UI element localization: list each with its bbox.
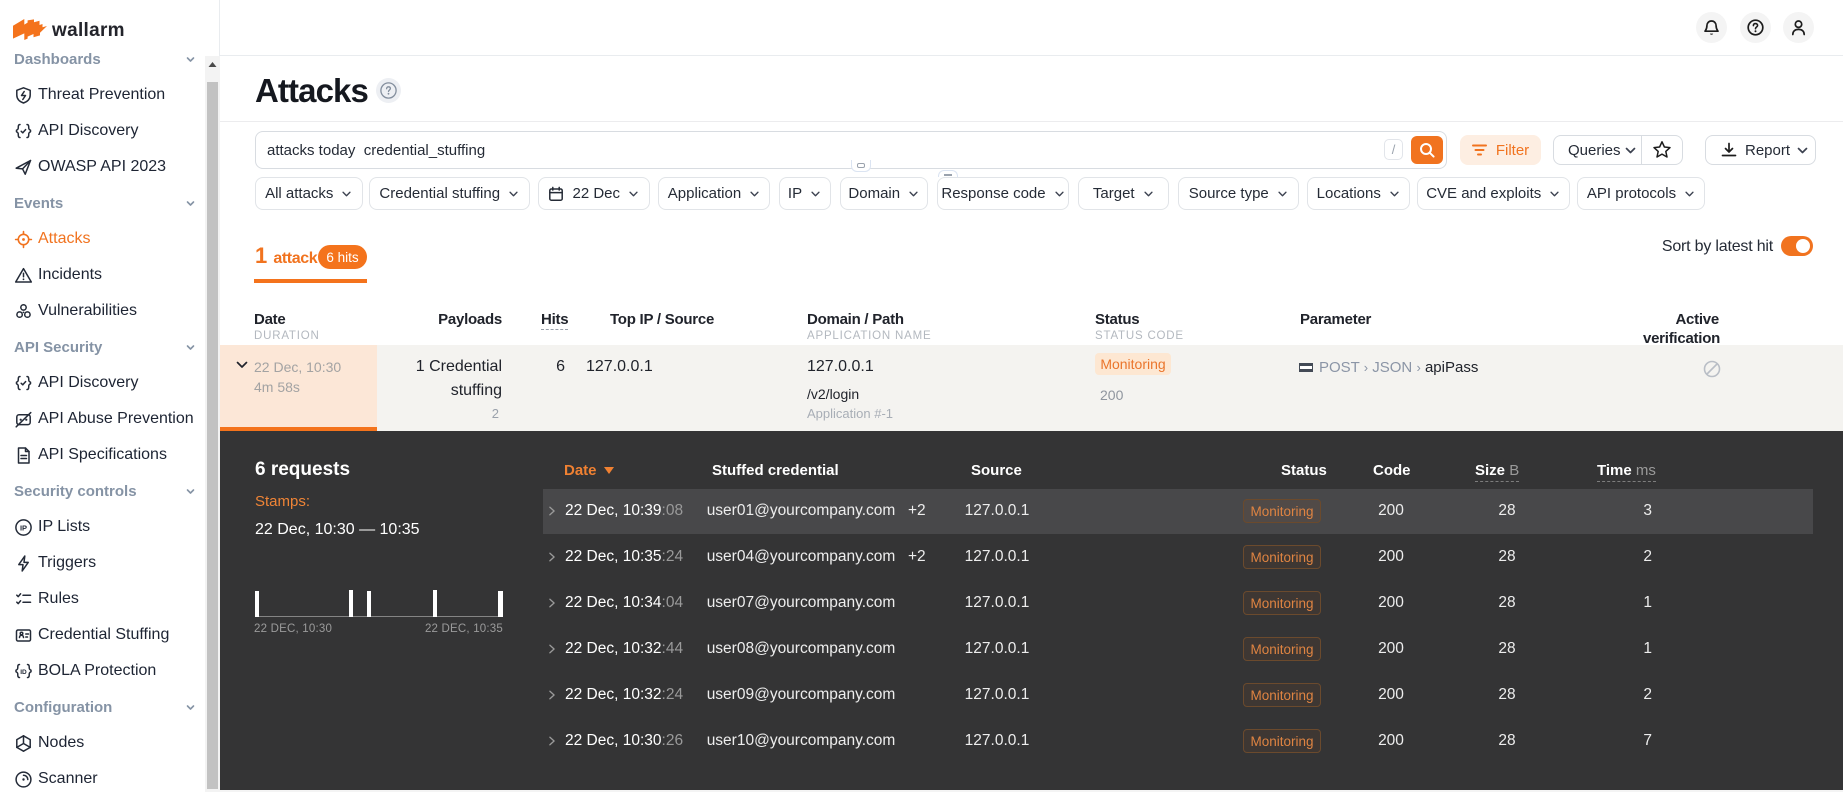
svg-text:IP: IP bbox=[20, 523, 27, 532]
svg-text:ID: ID bbox=[20, 669, 27, 676]
